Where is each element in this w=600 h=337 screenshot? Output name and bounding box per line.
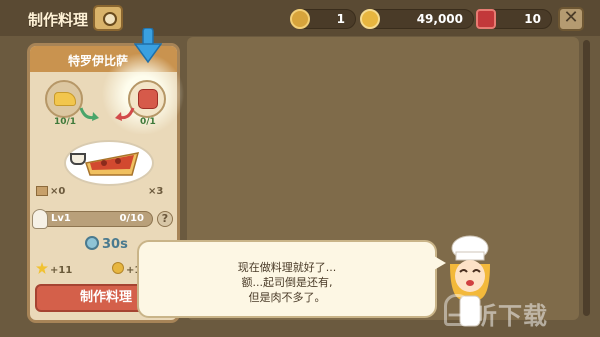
ingredient-cheese[interactable]	[45, 80, 83, 118]
gold-counter: 49,000	[360, 9, 474, 29]
meat-count: 0/1	[140, 117, 156, 127]
cooking-pot-icon	[93, 5, 123, 31]
help-button[interactable]: ?	[157, 211, 173, 227]
watermark: 一听下载	[448, 302, 548, 330]
scrollbar[interactable]	[583, 40, 590, 316]
meat-box-icon	[138, 89, 158, 109]
dialog-box[interactable]: 现在做料理就好了... 额...起司倒是还有, 但是肉不多了。	[137, 240, 437, 318]
meat-icon	[476, 9, 496, 29]
gold-coin-icon	[360, 9, 380, 29]
ticket-icon	[290, 9, 310, 29]
stock-left: ×0	[36, 186, 65, 197]
level-label: Lv1	[51, 213, 71, 224]
arrow-curve-icon	[115, 107, 135, 121]
box-icon	[36, 186, 48, 196]
ticket-counter: 1	[290, 9, 356, 29]
pizza-icon	[85, 152, 140, 176]
cheese-count: 10/1	[54, 117, 77, 127]
meat-value: 10	[524, 12, 541, 26]
level-bar: Lv1 0/10	[32, 209, 153, 229]
cheese-icon	[54, 92, 76, 106]
sauce-cup-icon	[70, 153, 86, 165]
dialog-line: 现在做料理就好了...	[237, 261, 337, 274]
reward-star-value: +11	[50, 265, 73, 276]
coin-icon	[112, 262, 124, 274]
cook-timer: 30s	[85, 236, 128, 252]
reward-exp: +11	[36, 262, 72, 276]
page-title: 制作料理	[28, 11, 89, 29]
gold-value: 49,000	[416, 12, 463, 26]
ticket-value: 1	[336, 12, 345, 26]
close-button[interactable]: ✕	[558, 7, 584, 31]
close-icon: ✕	[563, 7, 579, 28]
meat-counter: 10	[476, 9, 552, 29]
cook-time: 30s	[102, 237, 128, 252]
star-icon	[36, 262, 48, 274]
clock-icon	[85, 236, 99, 250]
chef-hat-icon	[32, 209, 48, 229]
hint-arrow-down-icon	[134, 28, 162, 64]
stock-right-value: ×3	[148, 186, 164, 197]
dialog-line: 但是肉不多了。	[248, 291, 326, 304]
dialog-line: 额...起司倒是还有,	[241, 276, 333, 289]
level-progress: 0/10	[119, 213, 144, 224]
stock-left-value: ×0	[50, 186, 66, 197]
arrow-curve-icon	[79, 107, 99, 121]
